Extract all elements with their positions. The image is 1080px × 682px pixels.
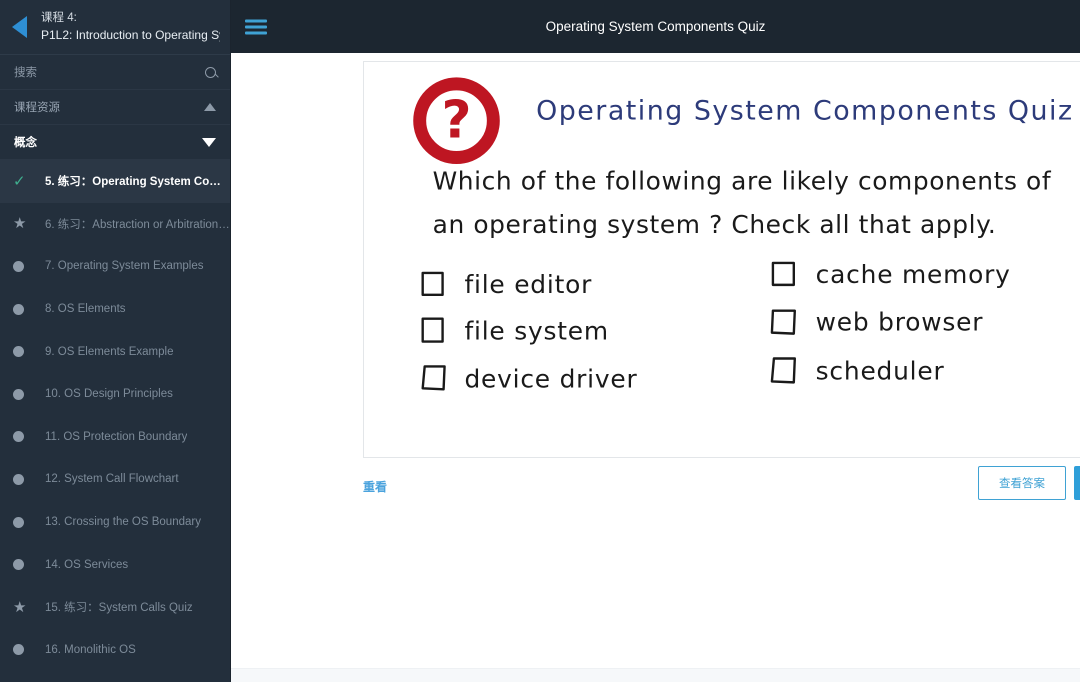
sidebar-lesson-label: 11. OS Protection Boundary bbox=[45, 430, 188, 443]
view-answer-button[interactable]: 查看答案 bbox=[978, 466, 1066, 500]
back-triangle-icon[interactable] bbox=[12, 16, 27, 38]
sidebar-lesson-item[interactable]: 12. System Call Flowchart bbox=[0, 458, 230, 501]
sidebar-lesson-label: 9. OS Elements Example bbox=[45, 345, 174, 358]
sidebar-lesson-item[interactable]: 14. OS Services bbox=[0, 543, 230, 586]
sidebar-lesson-label: 13. Crossing the OS Boundary bbox=[45, 516, 201, 529]
check-icon: ✓ bbox=[13, 172, 26, 190]
content-area: ? Operating System Components Quiz Which… bbox=[231, 53, 1080, 682]
submit-answer-button[interactable]: 提交答案 bbox=[1074, 466, 1080, 500]
page-title: Operating System Components Quiz bbox=[545, 19, 766, 34]
sidebar-lesson-item[interactable]: 7. Operating System Examples bbox=[0, 245, 230, 288]
sidebar-lesson-label: 16. Monolithic OS bbox=[45, 643, 136, 656]
sidebar-section-concepts-label: 概念 bbox=[14, 137, 37, 149]
course-header[interactable]: 课程 4: P1L2: Introduction to Operating Sy… bbox=[0, 0, 230, 55]
sidebar-lesson-item[interactable]: ★ 6. 练习：Abstraction or Arbitration Q... bbox=[0, 203, 230, 246]
quiz-action-row: 重看 查看答案 提交答案 bbox=[363, 466, 1080, 516]
topbar: Operating System Components Quiz bbox=[231, 0, 1080, 53]
sidebar-lesson-item[interactable]: 13. Crossing the OS Boundary bbox=[0, 501, 230, 544]
svg-text:device driver: device driver bbox=[464, 364, 637, 393]
dot-icon bbox=[13, 431, 37, 443]
quiz-handwriting-image: ? Operating System Components Quiz Which… bbox=[364, 62, 1080, 457]
sidebar-lesson-item[interactable]: ✓ 5. 练习：Operating System Compon... bbox=[0, 160, 230, 203]
chevron-up-icon[interactable] bbox=[204, 103, 216, 111]
sidebar-lesson-label: 14. OS Services bbox=[45, 558, 129, 571]
sidebar-section-resources[interactable]: 课程资源 bbox=[0, 90, 230, 125]
dot-icon bbox=[13, 346, 37, 358]
sidebar-lesson-label: 15. 练习：System Calls Quiz bbox=[45, 602, 193, 615]
svg-text:file system: file system bbox=[464, 317, 608, 346]
lesson-list: ✓ 5. 练习：Operating System Compon... ★ 6. 练习：… bbox=[0, 160, 230, 671]
app-root: 课程 4: P1L2: Introduction to Operating Sy… bbox=[0, 0, 1080, 682]
hamburger-menu-icon[interactable] bbox=[245, 16, 267, 37]
sidebar-lesson-label: 6. 练习：Abstraction or Arbitration Q... bbox=[45, 218, 230, 231]
course-title: 课程 4: P1L2: Introduction to Operating Sy… bbox=[41, 11, 220, 43]
dot-icon bbox=[13, 303, 37, 315]
sidebar-lesson-label: 10. OS Design Principles bbox=[45, 388, 173, 401]
sidebar-section-concepts[interactable]: 概念 bbox=[0, 125, 230, 160]
footer-strip bbox=[231, 668, 1080, 682]
sidebar-lesson-label: 7. Operating System Examples bbox=[45, 260, 204, 273]
star-icon: ★ bbox=[13, 598, 27, 616]
sidebar-lesson-label: 12. System Call Flowchart bbox=[45, 473, 179, 486]
sidebar-lesson-item[interactable]: 11. OS Protection Boundary bbox=[0, 416, 230, 459]
search-input[interactable]: 搜索 bbox=[0, 55, 230, 90]
sidebar-section-resources-label: 课程资源 bbox=[14, 102, 60, 114]
dot-icon bbox=[13, 644, 37, 656]
sidebar-lesson-item[interactable]: 16. Monolithic OS bbox=[0, 629, 230, 672]
dot-icon bbox=[13, 388, 37, 400]
dot-icon bbox=[13, 516, 37, 528]
main-panel: Operating System Components Quiz ? Opera… bbox=[231, 0, 1080, 682]
dot-icon bbox=[13, 559, 37, 571]
hamburger-bar bbox=[245, 31, 267, 34]
svg-text:web browser: web browser bbox=[816, 308, 984, 337]
sidebar-lesson-item[interactable]: ★ 15. 练习：System Calls Quiz bbox=[0, 586, 230, 629]
svg-text:file editor: file editor bbox=[464, 270, 592, 299]
dot-icon bbox=[13, 473, 37, 485]
svg-text:scheduler: scheduler bbox=[816, 356, 945, 385]
svg-text:an operating system ? Check: an operating system ? Check all that app… bbox=[433, 210, 997, 239]
star-icon: ★ bbox=[13, 215, 27, 233]
hamburger-bar bbox=[245, 19, 267, 22]
sidebar-lesson-item[interactable]: 8. OS Elements bbox=[0, 288, 230, 331]
sidebar-lesson-item[interactable]: 9. OS Elements Example bbox=[0, 330, 230, 373]
rewatch-link[interactable]: 重看 bbox=[363, 478, 387, 495]
course-number: 课程 4: bbox=[41, 12, 77, 25]
sidebar: 课程 4: P1L2: Introduction to Operating Sy… bbox=[0, 0, 231, 682]
quiz-image-card: ? Operating System Components Quiz Which… bbox=[363, 61, 1080, 458]
hamburger-bar bbox=[245, 25, 267, 28]
sidebar-lesson-item[interactable]: 10. OS Design Principles bbox=[0, 373, 230, 416]
search-icon[interactable] bbox=[205, 66, 216, 78]
sidebar-lesson-label: 5. 练习：Operating System Compon... bbox=[45, 176, 230, 189]
svg-text:Operating System Components: Operating System Components Quiz bbox=[536, 96, 1073, 127]
chevron-down-icon[interactable] bbox=[202, 137, 216, 147]
svg-text:?: ? bbox=[442, 91, 472, 151]
svg-text:cache memory: cache memory bbox=[816, 260, 1011, 289]
svg-text:Which of the following are lik: Which of the following are likely compon… bbox=[433, 166, 1052, 195]
dot-icon bbox=[13, 260, 37, 272]
search-placeholder: 搜索 bbox=[14, 67, 37, 79]
sidebar-lesson-label: 8. OS Elements bbox=[45, 303, 126, 316]
course-name: P1L2: Introduction to Operating Sy... bbox=[41, 27, 220, 42]
